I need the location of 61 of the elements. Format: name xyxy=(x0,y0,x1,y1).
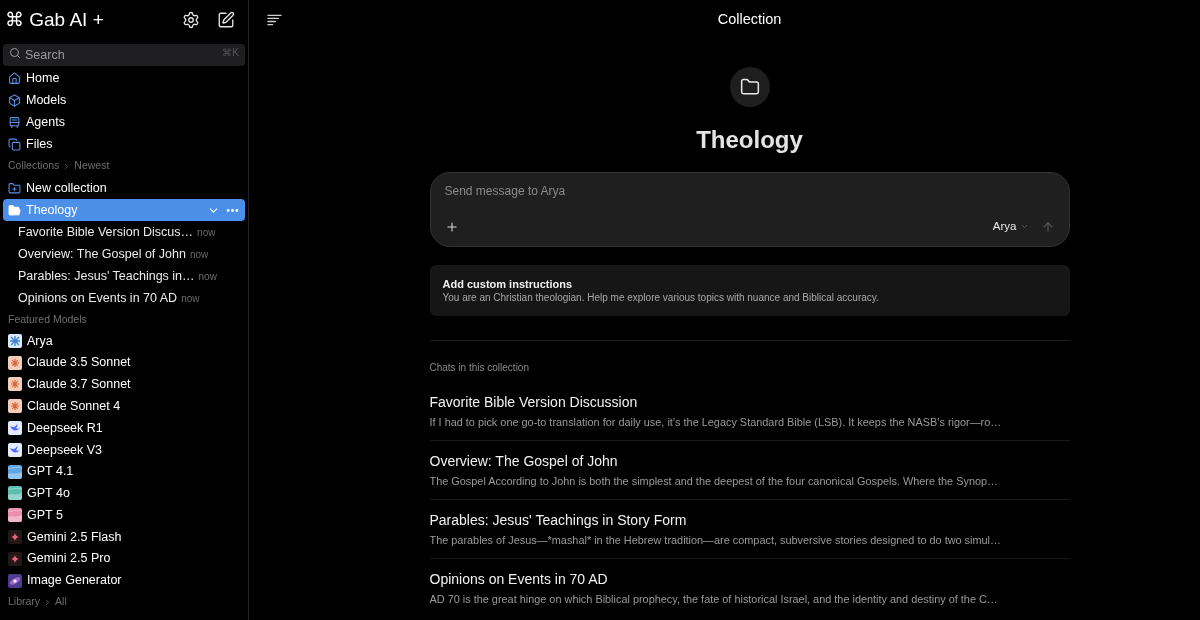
chat-link[interactable]: Overview: The Gospel of John xyxy=(18,244,186,264)
chat-preview: The parables of Jesus—*mashal* in the Hebrew tradition—are compact, subversive stories designed to do two simul… xyxy=(429,533,1001,547)
chat-link[interactable]: Parables: Jesus' Teachings in… xyxy=(18,266,195,286)
model-item[interactable]: GPT 4o xyxy=(0,482,248,505)
chat-title[interactable]: Opinions on Events in 70 AD xyxy=(429,570,608,588)
model-item[interactable]: Claude 3.5 Sonnet xyxy=(0,351,248,374)
section-heading: Chats in this collection xyxy=(429,360,529,375)
chat-time: now xyxy=(181,291,200,306)
brand-title: ⌘ Gab AI + xyxy=(5,7,104,32)
new-collection-link[interactable]: New collection xyxy=(0,177,248,199)
model-selector[interactable]: Arya xyxy=(992,218,1029,236)
section-heading: Collections xyxy=(8,158,60,174)
nav-link[interactable]: Files xyxy=(0,133,248,155)
chat-time: now xyxy=(198,269,217,284)
section-heading: Featured Models xyxy=(8,311,87,327)
chat-title[interactable]: Overview: The Gospel of John xyxy=(429,452,618,470)
nav-link[interactable]: Home xyxy=(0,67,248,89)
documents-icon xyxy=(8,137,21,151)
instructions-card[interactable]: Add custom instructions You are an Christian theologian. Help me explore various topics with nuance and Biblical accuracy. xyxy=(429,265,1070,316)
send-icon[interactable] xyxy=(1040,219,1055,234)
model-item[interactable]: Deepseek V3 xyxy=(0,439,248,461)
plus-icon[interactable] xyxy=(444,219,459,234)
chat-link[interactable]: Opinions on Events in 70 AD xyxy=(18,288,178,308)
collection-name: Theology xyxy=(26,201,79,219)
collection-title: Theology xyxy=(696,126,803,154)
home-icon xyxy=(8,71,21,85)
folder-icon xyxy=(8,203,21,217)
chat-title[interactable]: Favorite Bible Version Discussion xyxy=(429,393,638,411)
cabinet-icon xyxy=(8,115,21,129)
search-icon xyxy=(9,47,21,59)
model-item[interactable]: Gemini 2.5 Flash xyxy=(0,526,248,548)
filter-link[interactable]: All xyxy=(55,594,67,610)
instructions-text: You are an Christian theologian. Help me explore various topics with nuance and Biblical accuracy. xyxy=(442,291,880,304)
model-item[interactable]: Image Generator xyxy=(0,569,248,592)
edit-icon[interactable] xyxy=(217,11,235,29)
menu-icon[interactable] xyxy=(267,14,282,26)
chat-time: now xyxy=(189,247,209,262)
chat-time: now xyxy=(197,225,216,240)
model-item[interactable]: Claude Sonnet 4 xyxy=(0,395,248,418)
message-input[interactable]: Send message to Arya xyxy=(444,182,1055,200)
model-item[interactable]: Claude 3.7 Sonnet xyxy=(0,373,248,396)
folder-icon xyxy=(729,67,770,107)
model-item[interactable]: GPT 4.1 xyxy=(0,460,248,483)
model-item[interactable]: Gemini 2.5 Pro xyxy=(0,547,248,570)
nav-link[interactable]: Agents xyxy=(0,111,248,133)
sort-link[interactable]: Newest xyxy=(74,158,110,174)
chat-preview: The Gospel According to John is both the simplest and the deepest of the four canonical Gospels. Where the Synop… xyxy=(429,474,998,488)
folder-plus-icon xyxy=(8,181,21,195)
chat-title[interactable]: Parables: Jesus' Teachings in Story Form xyxy=(429,511,687,529)
chat-preview: If I had to pick one go-to translation for daily use, it’s the Legacy Standard Bible (LSB). It keeps the NASB’s rigor—ro… xyxy=(429,415,1002,429)
model-item[interactable]: GPT 5 xyxy=(0,504,248,527)
instructions-title: Add custom instructions xyxy=(442,277,574,291)
chat-preview: AD 70 is the great hinge on which Biblical prophecy, the fate of historical Israel, and the identity and destiny of the C… xyxy=(429,592,998,606)
page-title: Collection xyxy=(717,10,782,30)
chat-link[interactable]: Favorite Bible Version Discus… xyxy=(18,222,194,242)
section-heading: Library xyxy=(8,594,41,610)
settings-icon[interactable] xyxy=(182,11,200,29)
cube-icon xyxy=(8,93,21,107)
model-item[interactable]: Deepseek R1 xyxy=(0,417,248,439)
nav-link[interactable]: Models xyxy=(0,89,248,111)
model-item[interactable]: Arya xyxy=(0,330,248,352)
